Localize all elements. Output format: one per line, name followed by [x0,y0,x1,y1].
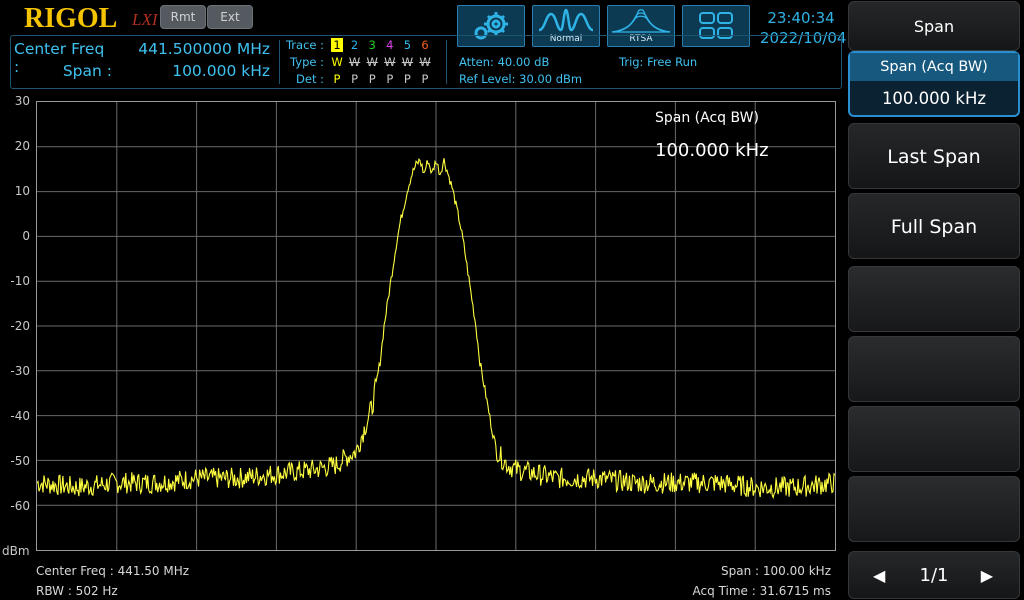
clock-time: 23:40:34 [767,9,835,27]
page-prev-icon[interactable]: ◀ [873,552,885,600]
softkey-menu-title: Span [848,1,1020,51]
trigger-readout: Trig: Free Run [619,55,698,69]
bottom-acq-time: Acq Time : 31.6715 ms [692,584,831,598]
y-tick-label: -60 [10,499,30,513]
trace-number-5[interactable]: 5 [401,38,413,52]
center-freq-value[interactable]: 441.500000 MHz [114,40,270,58]
softkey-page-nav: ◀ 1/1 ▶ [848,551,1020,599]
ref-level-readout: Ref Level: 30.00 dBm [459,72,583,86]
trace-type-1: W [331,55,343,69]
lxi-logo: LXI [132,10,158,29]
trace-det-3: P [368,72,376,86]
y-tick-label: -10 [10,274,30,288]
softkey-empty[interactable] [848,266,1020,332]
softkey-empty[interactable] [848,406,1020,472]
bottom-span: Span : 100.00 kHz [721,564,831,578]
y-tick-label: -40 [10,409,30,423]
trace-number-2[interactable]: 2 [349,38,361,52]
trace-number-6[interactable]: 6 [419,38,431,52]
type-label: Type : [290,55,324,69]
y-axis-unit: dBm [2,544,30,558]
normal-mode-icon [538,8,594,32]
softkey-empty[interactable] [848,336,1020,402]
trace-det-6: P [421,72,429,86]
y-tick-label: -20 [10,319,30,333]
rtsa-mode-icon [611,9,671,33]
overlay-title: Span (Acq BW) [655,110,759,126]
remote-button[interactable]: Rmt [160,5,206,29]
det-label: Det : [296,72,324,86]
softkey-span-acq-bw-label: Span (Acq BW) [850,53,1018,81]
overlay-value: 100.000 kHz [655,140,769,161]
external-button[interactable]: Ext [207,5,253,29]
y-tick-label: -30 [10,364,30,378]
y-tick-label: 20 [14,139,30,153]
trace-type-6: W [419,55,431,69]
page-indicator: 1/1 [919,565,949,586]
trace-det-2: P [351,72,359,86]
softkey-last-span[interactable]: Last Span [848,123,1020,189]
trace-number-1[interactable]: 1 [331,38,343,52]
info-divider [279,40,280,84]
spectrum-plot[interactable]: Span (Acq BW) 100.000 kHz [36,101,836,551]
trace-det-4: P [386,72,394,86]
atten-readout: Atten: 40.00 dB [459,55,550,69]
bottom-center-freq: Center Freq : 441.50 MHz [36,564,190,578]
softkey-span-acq-bw-value: 100.000 kHz [881,89,987,108]
page-next-icon[interactable]: ▶ [981,552,993,600]
trace-det-1: P [333,72,341,86]
y-tick-label: 30 [14,94,30,108]
trace-type-4: W [384,55,396,69]
softkey-span-acq-bw[interactable]: Span (Acq BW) 100.000 kHz [848,51,1020,117]
trace-number-4[interactable]: 4 [384,38,396,52]
y-tick-label: 10 [14,184,30,198]
bottom-rbw: RBW : 502 Hz [36,584,118,598]
softkey-full-span[interactable]: Full Span [848,193,1020,259]
softkey-empty[interactable] [848,476,1020,542]
spectrum-svg [37,102,835,550]
rigol-logo: RIGOL [24,3,118,34]
y-tick-label: -50 [10,454,30,468]
y-tick-label: 0 [22,229,30,243]
trace-det-5: P [403,72,411,86]
trace-type-5: W [401,55,414,69]
trace-type-3: W [366,55,378,69]
info-divider [446,40,447,84]
trace-type-2: W [348,55,361,69]
span-value[interactable]: 100.000 kHz [114,62,270,80]
trace-label: Trace : [285,38,324,52]
span-label: Span : [62,62,112,80]
trace-number-3[interactable]: 3 [366,38,378,52]
